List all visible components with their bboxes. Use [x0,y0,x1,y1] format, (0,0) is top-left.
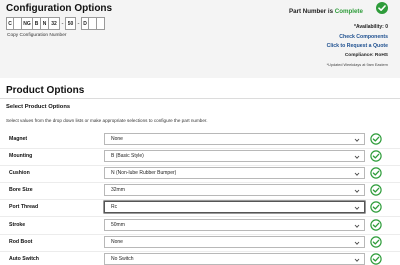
configuration-title: Configuration Options [6,3,113,14]
option-row-auto-switch: Auto Switch No Switch [0,252,400,265]
option-value: N (Non-lube Rubber Bumper) [111,170,177,177]
option-row-stroke: Stroke 50mm [0,218,400,235]
option-label: Magnet [9,136,28,142]
option-row-rod-boot: Rod Boot None [0,235,400,252]
request-quote-link[interactable]: Click to Request a Quote [327,43,388,49]
option-value: B (Basic Style) [111,153,144,160]
chevron-down-icon [354,155,360,159]
check-icon [370,201,382,214]
option-label: Cushion [9,170,30,177]
code-segment[interactable]: D [81,17,89,30]
option-value: None [111,136,123,142]
option-row-mounting: Mounting B (Basic Style) [0,149,400,167]
option-row-bore-size: Bore Size 32mm [0,183,400,201]
code-segment[interactable]: 32 [49,17,60,30]
check-icon [370,235,382,248]
option-value: None [111,238,123,245]
part-number-code: C NG B N 32 - 50 - D [6,17,105,30]
part-number-status: Part Number is Complete [289,8,363,15]
chevron-down-icon [354,172,360,177]
option-value: Rc [111,204,118,211]
check-icon [370,218,382,231]
check-icon [370,252,382,265]
status-prefix: Part Number is [289,8,335,15]
code-segment[interactable]: 50 [65,17,76,30]
code-segment[interactable] [14,17,22,30]
updated-note: *Updated Weekdays at 9am Eastern [326,63,388,67]
option-value: 32mm [111,187,125,194]
code-segment[interactable] [97,17,105,30]
product-options-help: Select values from the drop down lists o… [6,118,208,123]
configuration-panel: Configuration Options C NG B N 32 - 50 -… [0,0,400,78]
check-icon [370,133,382,145]
option-label: Bore Size [9,187,33,194]
check-icon [370,167,382,179]
option-select-rod-boot[interactable]: None [104,235,365,248]
divider [0,98,400,99]
chevron-down-icon [354,241,360,245]
compliance: Compliance: RoHS [344,53,388,58]
status-state: Complete [334,8,363,15]
product-options-subtitle: Select Product Options [6,104,71,110]
code-segment[interactable]: N [41,17,49,30]
product-options-title: Product Options [6,85,85,96]
option-select-stroke[interactable]: 50mm [104,218,365,231]
chevron-down-icon [354,224,360,228]
check-icon [370,184,382,196]
option-select-auto-switch[interactable]: No Switch [104,252,365,265]
code-segment[interactable]: B [33,17,41,30]
copy-configuration-link[interactable]: Copy Configuration Number [7,33,66,38]
option-select-mounting[interactable]: B (Basic Style) [104,150,365,163]
code-segment[interactable] [89,17,97,30]
option-label: Mounting [9,153,33,160]
option-label: Auto Switch [9,255,39,262]
code-segment[interactable]: NG [22,17,33,30]
option-value: 50mm [111,221,125,228]
availability: *Availability: 0 [354,24,388,30]
option-label: Rod Boot [9,238,33,245]
option-label: Port Thread [9,204,39,211]
complete-check-icon [376,2,388,14]
option-row-magnet: Magnet None [0,132,400,149]
option-label: Stroke [9,221,26,228]
option-row-cushion: Cushion N (Non-lube Rubber Bumper) [0,166,400,184]
option-select-port-thread[interactable]: Rc [104,201,365,214]
option-select-bore-size[interactable]: 32mm [104,184,365,197]
chevron-down-icon [354,207,360,211]
check-components-link[interactable]: Check Components [339,34,388,40]
option-select-cushion[interactable]: N (Non-lube Rubber Bumper) [104,167,365,180]
chevron-down-icon [354,258,360,262]
chevron-down-icon [354,189,360,194]
option-select-magnet[interactable]: None [104,133,365,145]
code-segment[interactable]: C [6,17,14,30]
option-value: No Switch [111,255,134,262]
option-row-port-thread: Port Thread Rc [0,200,400,218]
chevron-down-icon [354,138,360,142]
check-icon [370,150,382,162]
